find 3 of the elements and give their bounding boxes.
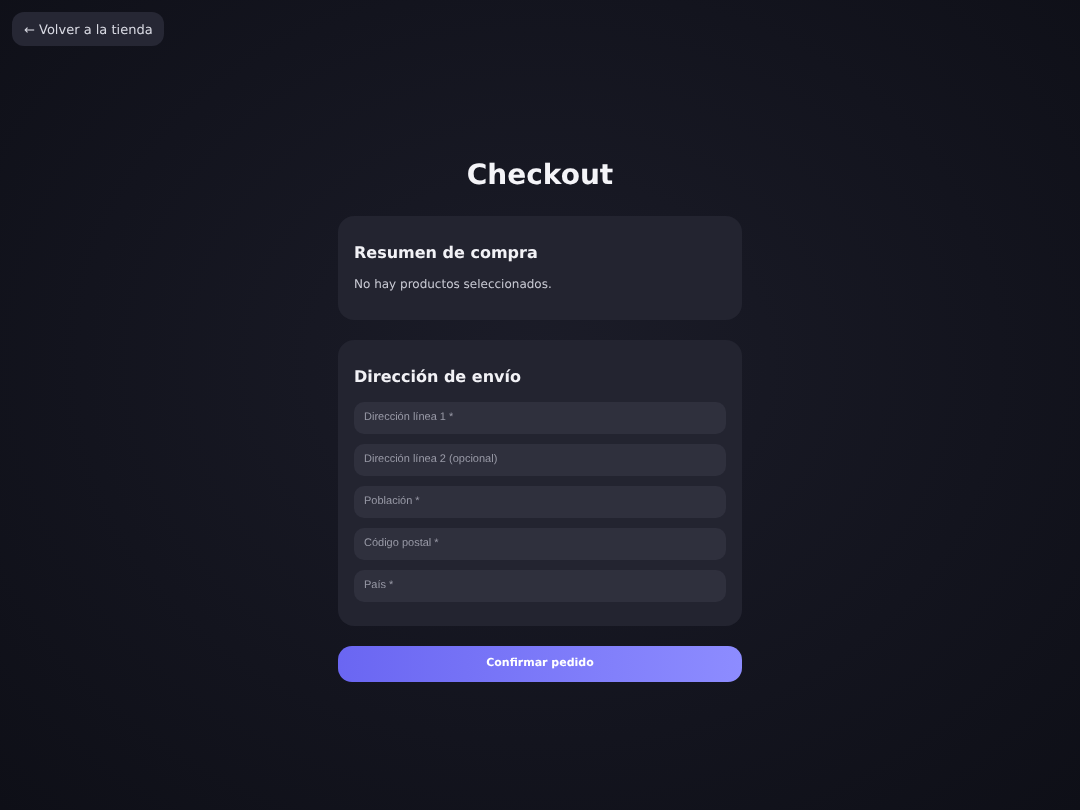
card-heading: Dirección de envío (354, 368, 523, 388)
page-title: Checkout (464, 158, 616, 194)
card-heading: Resumen de compra (354, 244, 540, 264)
